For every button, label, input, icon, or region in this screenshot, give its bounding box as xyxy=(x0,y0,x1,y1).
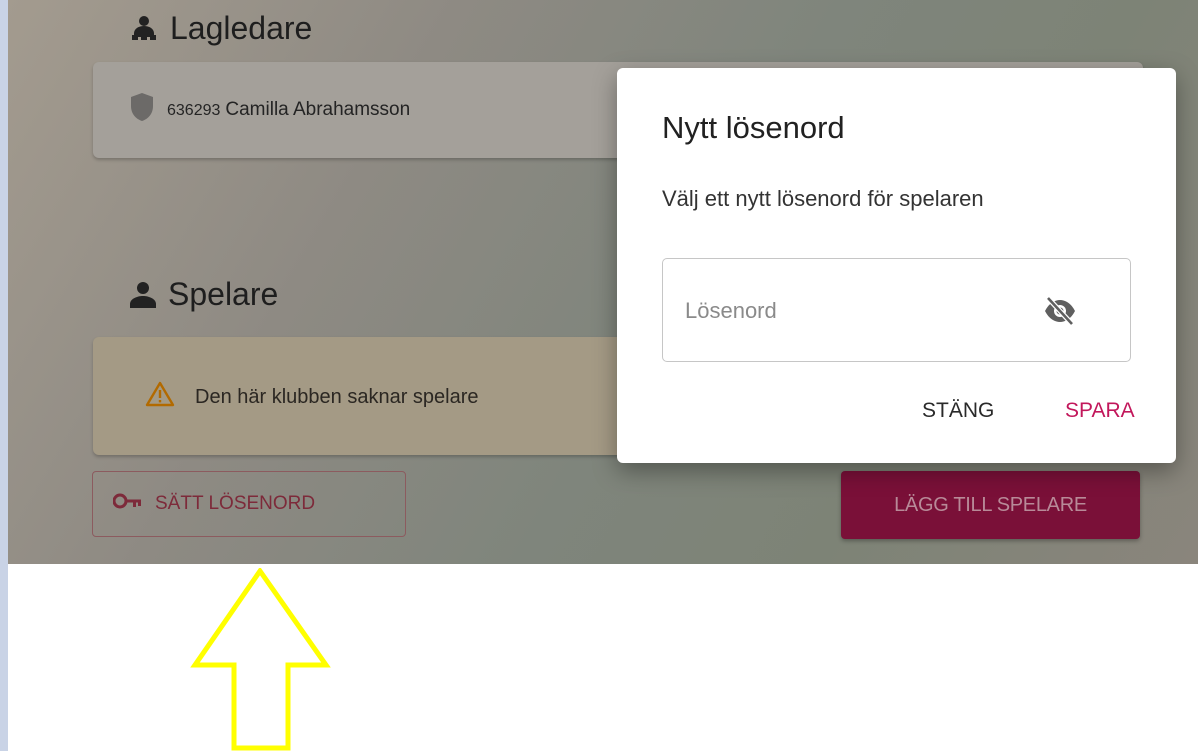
warning-icon xyxy=(145,381,175,413)
leaders-section-label: Lagledare xyxy=(170,10,313,46)
leaders-section-title: Lagledare xyxy=(128,10,312,47)
close-button[interactable]: STÄNG xyxy=(922,399,994,423)
page-left-rail xyxy=(0,0,8,751)
empty-players-message: Den här klubben saknar spelare xyxy=(195,385,479,408)
set-password-button[interactable]: SÄTT LÖSENORD xyxy=(92,471,406,537)
arrow-up-icon xyxy=(190,566,332,756)
players-section-label: Spelare xyxy=(168,276,279,312)
password-input[interactable] xyxy=(683,289,1027,333)
group-leader-icon xyxy=(128,15,160,43)
dialog-title: Nytt lösenord xyxy=(662,110,845,145)
add-player-label: LÄGG TILL SPELARE xyxy=(894,493,1087,516)
shield-icon xyxy=(129,92,155,128)
dialog-description: Välj ett nytt lösenord för spelaren xyxy=(662,186,984,211)
save-button[interactable]: SPARA xyxy=(1065,399,1135,423)
set-password-label: SÄTT LÖSENORD xyxy=(155,493,316,514)
add-player-button[interactable]: LÄGG TILL SPELARE xyxy=(841,471,1140,539)
key-icon xyxy=(112,493,143,515)
leader-name: Camilla Abrahamsson xyxy=(225,99,411,120)
new-password-dialog: Nytt lösenord Välj ett nytt lösenord för… xyxy=(617,68,1176,463)
password-field[interactable] xyxy=(662,258,1131,362)
person-icon xyxy=(128,281,158,308)
leader-id: 636293 xyxy=(167,102,221,119)
leader-row[interactable]: 636293 Camilla Abrahamsson xyxy=(129,92,410,128)
visibility-off-icon[interactable] xyxy=(1043,295,1077,327)
players-section-title: Spelare xyxy=(128,276,278,313)
